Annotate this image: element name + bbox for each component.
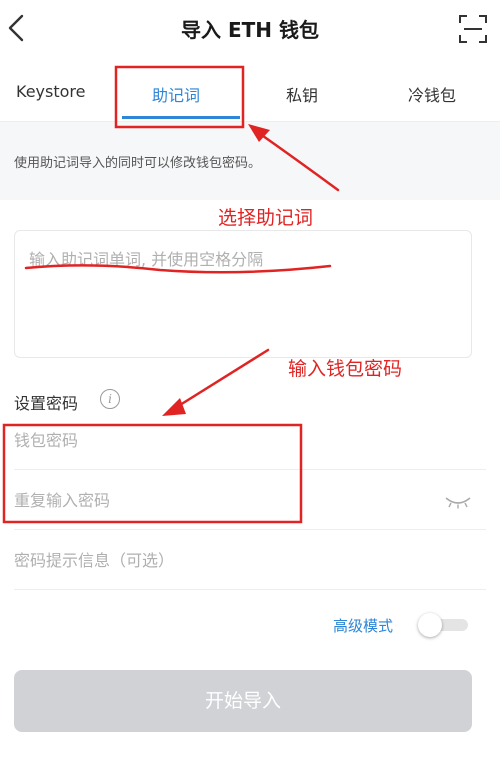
repeat-password-field	[14, 472, 486, 530]
arrow-to-password-box	[170, 348, 270, 412]
tab-keystore[interactable]: Keystore	[16, 82, 85, 101]
start-import-button[interactable]: 开始导入	[14, 670, 472, 732]
mnemonic-input[interactable]	[15, 231, 471, 357]
password-hint-input[interactable]	[14, 532, 486, 589]
scan-icon	[459, 15, 487, 43]
scan-button[interactable]	[458, 14, 488, 44]
import-type-tabs: Keystore 助记词 私钥 冷钱包	[0, 62, 500, 122]
app-header: 导入 ETH 钱包	[0, 0, 500, 58]
active-tab-indicator	[122, 116, 240, 119]
info-banner: 使用助记词导入的同时可以修改钱包密码。	[0, 122, 500, 200]
tab-mnemonic[interactable]: 助记词	[152, 82, 200, 106]
wallet-password-field	[14, 412, 486, 470]
advanced-mode-toggle[interactable]	[418, 613, 470, 637]
page-title: 导入 ETH 钱包	[181, 18, 319, 42]
toggle-knob	[418, 613, 442, 637]
select-mnemonic-annotation: 选择助记词	[218, 207, 314, 229]
wallet-password-input[interactable]	[14, 412, 486, 469]
info-icon[interactable]: i	[100, 389, 120, 409]
eye-closed-icon[interactable]	[444, 494, 472, 509]
tab-private-key[interactable]: 私钥	[286, 82, 318, 106]
password-hint-field	[14, 532, 486, 590]
advanced-mode-label: 高级模式	[333, 617, 394, 635]
mnemonic-input-box	[14, 230, 472, 358]
repeat-password-input[interactable]	[14, 472, 486, 529]
set-password-label: 设置密码	[14, 394, 79, 413]
tab-cold-wallet[interactable]: 冷钱包	[408, 82, 456, 106]
info-text: 使用助记词导入的同时可以修改钱包密码。	[14, 156, 262, 171]
enter-password-annotation: 输入钱包密码	[288, 358, 403, 380]
